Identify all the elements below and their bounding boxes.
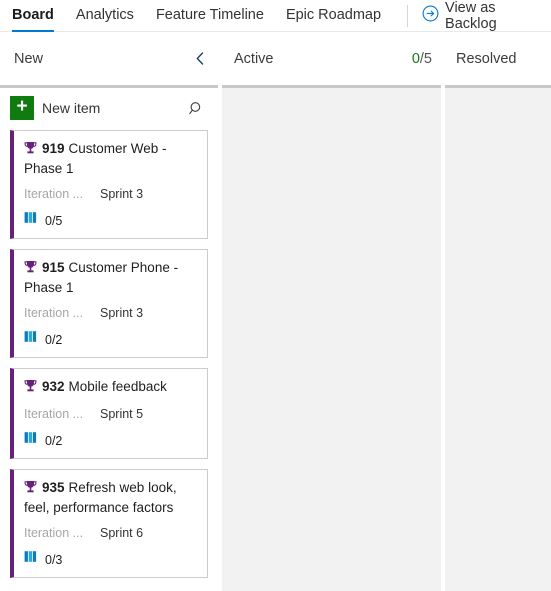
card-field-value[interactable]: Sprint 5	[100, 407, 143, 421]
card-field-label: Iteration ...	[24, 187, 84, 201]
chevron-left-icon[interactable]	[190, 48, 210, 71]
board-body: + New item 919 Customer Web - Phase 1 Iter…	[0, 85, 551, 591]
card-title[interactable]: Mobile feedback	[69, 379, 167, 394]
card-children-count: 0/3	[45, 552, 63, 567]
wip-limit: 5	[423, 51, 432, 67]
card-footer: 0/2	[24, 431, 197, 450]
board-column-headers: New Active 0/5 Resolved	[0, 33, 551, 85]
new-item-button[interactable]: + New item	[10, 96, 111, 120]
search-icon[interactable]	[184, 96, 208, 120]
board-card[interactable]: 919 Customer Web - Phase 1 Iteration ... Sp…	[10, 130, 208, 239]
card-field-row: Iteration ... Sprint 5	[24, 407, 197, 421]
card-title-row: 935 Refresh web look, feel, performance f…	[24, 479, 197, 517]
arrow-circle-right-icon	[422, 5, 439, 26]
column-header-new: New	[14, 33, 210, 85]
book-icon	[24, 431, 39, 450]
tab-feature-timeline[interactable]: Feature Timeline	[156, 0, 264, 32]
card-children-count: 0/5	[45, 213, 63, 228]
card-field-value[interactable]: Sprint 6	[100, 526, 143, 540]
card-id: 935	[42, 480, 65, 495]
card-field-row: Iteration ... Sprint 3	[24, 306, 197, 320]
column-header-active: Active 0/5	[234, 33, 432, 85]
wip-current: 0	[411, 51, 420, 67]
tab-board[interactable]: Board	[12, 0, 54, 32]
card-field-row: Iteration ... Sprint 6	[24, 526, 197, 540]
trophy-icon	[24, 141, 37, 160]
column-title-active: Active	[234, 51, 274, 67]
trophy-icon	[24, 480, 37, 499]
card-children-count: 0/2	[45, 332, 63, 347]
book-icon	[24, 211, 39, 230]
trophy-icon	[24, 379, 37, 398]
column-title-new: New	[14, 51, 44, 67]
board-column-active[interactable]	[222, 85, 441, 591]
tab-analytics-label: Analytics	[75, 6, 134, 23]
card-id: 915	[42, 260, 65, 275]
card-footer: 0/2	[24, 330, 197, 349]
plus-icon: +	[10, 96, 34, 120]
card-id: 919	[42, 141, 65, 156]
card-field-label: Iteration ...	[24, 306, 84, 320]
book-icon	[24, 330, 39, 349]
toolbar-divider	[407, 4, 409, 27]
tab-analytics[interactable]: Analytics	[76, 0, 134, 32]
card-footer: 0/3	[24, 550, 197, 569]
board-card[interactable]: 915 Customer Phone - Phase 1 Iteration ...…	[10, 249, 208, 358]
card-field-label: Iteration ...	[24, 526, 84, 540]
board-card[interactable]: 935 Refresh web look, feel, performance f…	[10, 469, 208, 578]
card-field-label: Iteration ...	[24, 407, 84, 421]
card-title-row: 932 Mobile feedback	[24, 378, 197, 398]
tab-board-label: Board	[12, 6, 54, 23]
card-footer: 0/5	[24, 211, 197, 230]
primary-tab-bar: Board Analytics Feature Timeline Epic Ro…	[0, 0, 551, 32]
column-title-resolved: Resolved	[456, 51, 517, 67]
book-icon	[24, 550, 39, 569]
card-title-row: 915 Customer Phone - Phase 1	[24, 259, 197, 297]
card-field-row: Iteration ... Sprint 3	[24, 187, 197, 201]
tab-epic-roadmap[interactable]: Epic Roadmap	[286, 0, 381, 32]
card-field-value[interactable]: Sprint 3	[100, 187, 143, 201]
board-card[interactable]: 932 Mobile feedback Iteration ... Sprint 5 0…	[10, 368, 208, 459]
card-id: 932	[42, 379, 65, 394]
trophy-icon	[24, 260, 37, 279]
tab-epic-roadmap-label: Epic Roadmap	[285, 6, 382, 23]
column-header-resolved: Resolved	[456, 33, 546, 85]
card-title-row: 919 Customer Web - Phase 1	[24, 140, 197, 178]
tab-feature-timeline-label: Feature Timeline	[155, 6, 264, 23]
new-column-toolbar: + New item	[0, 88, 218, 128]
column-wip-count-active: 0/5	[412, 51, 432, 67]
card-list-new: 919 Customer Web - Phase 1 Iteration ... Sp…	[10, 130, 208, 588]
board-column-resolved[interactable]	[445, 85, 551, 591]
view-as-backlog-button[interactable]: View as Backlog	[422, 0, 551, 32]
new-item-label: New item	[42, 100, 101, 116]
card-field-value[interactable]: Sprint 3	[100, 306, 143, 320]
view-as-backlog-label: View as Backlog	[445, 0, 497, 32]
card-children-count: 0/2	[45, 433, 63, 448]
board-column-new: + New item 919 Customer Web - Phase 1 Iter…	[0, 85, 218, 591]
